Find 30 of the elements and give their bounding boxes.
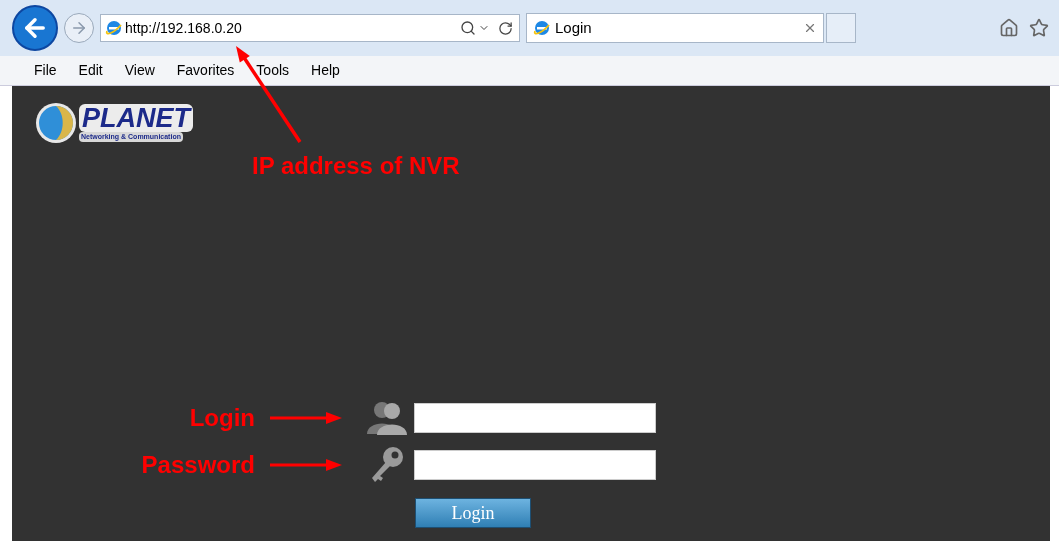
menu-item[interactable]: File (34, 60, 57, 81)
address-field[interactable]: http://192.168.0.20 (100, 14, 520, 42)
tab-title: Login (555, 17, 592, 38)
browser-tab[interactable]: Login (526, 13, 824, 43)
password-field[interactable] (414, 450, 656, 480)
menu-item[interactable]: Tools (256, 60, 290, 81)
annotation-label: Login (188, 403, 255, 433)
close-icon[interactable] (803, 21, 817, 35)
forward-arrow-icon (70, 19, 88, 37)
browser-logo-icon (533, 19, 551, 37)
home-icon[interactable] (999, 18, 1019, 38)
logo-globe-icon (35, 102, 77, 144)
back-button[interactable] (12, 5, 58, 51)
refresh-icon[interactable] (498, 20, 513, 36)
annotation-label: IP address of NVR (252, 151, 460, 181)
annotation-arrow (270, 459, 342, 471)
favorites-icon[interactable] (1029, 18, 1049, 38)
menu-item[interactable]: Help (311, 60, 340, 81)
menu-item[interactable]: Edit (78, 60, 103, 81)
address-text: http://192.168.0.20 (125, 18, 242, 38)
annotation-label: Password (140, 450, 255, 480)
key-icon (369, 445, 405, 485)
browser-logo-icon (105, 19, 123, 37)
login-field[interactable] (414, 403, 656, 433)
logo-name: PLANET (79, 103, 193, 132)
menu-item[interactable]: Favorites (176, 60, 235, 81)
menu-item[interactable]: View (124, 60, 155, 81)
search-icon[interactable] (460, 20, 476, 36)
users-icon (365, 400, 409, 436)
annotation-arrow (270, 412, 342, 424)
